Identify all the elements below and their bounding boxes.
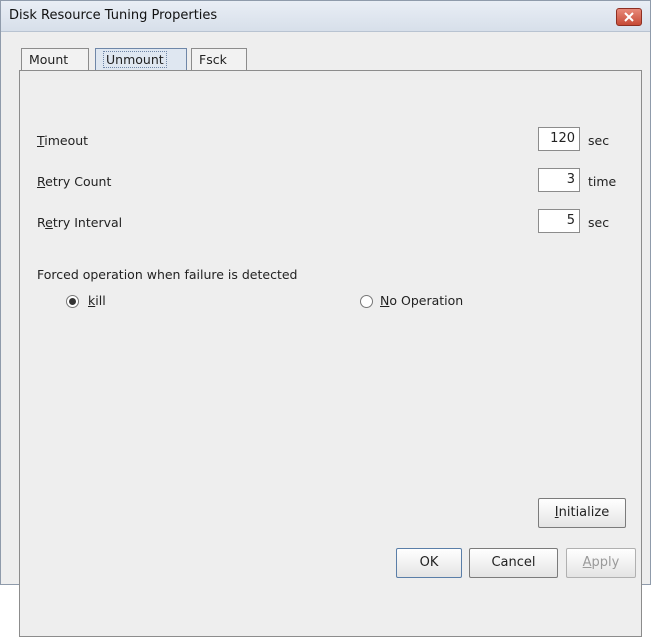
retry-interval-label: Retry Interval xyxy=(37,215,123,230)
kill-radio[interactable] xyxy=(66,295,79,308)
window-title: Disk Resource Tuning Properties xyxy=(9,8,218,23)
close-button[interactable] xyxy=(616,8,642,26)
dialog-window: Disk Resource Tuning Properties Mount Un… xyxy=(0,0,651,637)
forced-operation-label: Forced operation when failure is detecte… xyxy=(37,267,298,282)
tab-fsck-label: Fsck xyxy=(199,52,227,67)
ok-button[interactable]: OK xyxy=(396,548,462,578)
tab-mount-label: Mount xyxy=(29,52,69,67)
cancel-button[interactable]: Cancel xyxy=(469,548,558,578)
timeout-input[interactable]: 120 xyxy=(538,127,580,151)
timeout-unit: sec xyxy=(588,133,610,148)
no-operation-radio-label: No Operation xyxy=(380,293,464,308)
apply-button[interactable]: Apply xyxy=(566,548,636,578)
retry-count-input[interactable]: 3 xyxy=(538,168,580,192)
tab-fsck[interactable]: Fsck xyxy=(191,48,247,70)
kill-radio-label: kill xyxy=(88,293,106,308)
title-bar: Disk Resource Tuning Properties xyxy=(1,1,650,32)
initialize-button[interactable]: Initialize xyxy=(538,498,626,528)
retry-interval-unit: sec xyxy=(588,215,610,230)
retry-count-label: Retry Count xyxy=(37,174,112,189)
retry-interval-input[interactable]: 5 xyxy=(538,209,580,233)
no-operation-radio[interactable] xyxy=(360,295,373,308)
tab-unmount-label: Unmount xyxy=(103,51,167,68)
timeout-label: Timeout xyxy=(37,133,89,148)
tab-mount[interactable]: Mount xyxy=(21,48,89,70)
retry-count-unit: time xyxy=(588,174,617,189)
tab-unmount[interactable]: Unmount xyxy=(95,48,187,70)
close-icon xyxy=(624,12,634,22)
